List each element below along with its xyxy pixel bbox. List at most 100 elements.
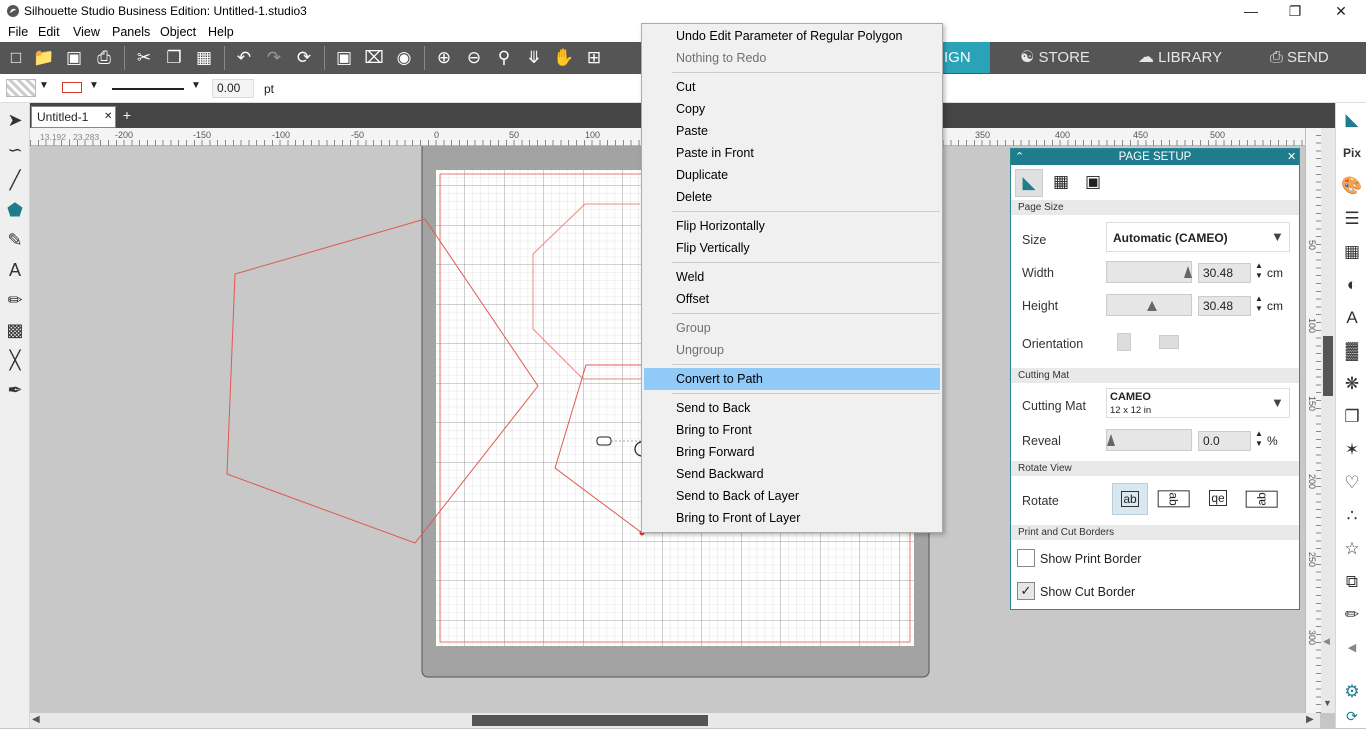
portrait-icon[interactable]	[1117, 333, 1131, 351]
menu-item-duplicate[interactable]: Duplicate	[644, 164, 940, 186]
line-style-sample[interactable]	[112, 88, 184, 90]
palette-icon[interactable]: 🎨	[1339, 173, 1365, 199]
pan-hand-icon[interactable]: ✋	[552, 46, 576, 70]
menu-item-bring-forward[interactable]: Bring Forward	[644, 441, 940, 463]
star-outline-icon[interactable]: ☆	[1339, 536, 1365, 562]
menu-object[interactable]: Object	[160, 25, 196, 39]
chevron-down-icon[interactable]: ▼	[89, 80, 99, 91]
star-badge-icon[interactable]: ✶	[1339, 437, 1365, 463]
cutting-mat-dropdown[interactable]: CAMEO 12 x 12 in ▼	[1106, 388, 1290, 418]
close-panel-icon[interactable]: ✕	[1287, 149, 1296, 165]
reveal-slider[interactable]	[1106, 429, 1192, 451]
knife-icon[interactable]: ╳	[3, 347, 27, 373]
page-tab-icon[interactable]: ◣	[1015, 169, 1043, 197]
fit-to-page-icon[interactable]: ⤋	[522, 46, 546, 70]
text-tool-icon[interactable]: A	[3, 257, 27, 283]
reveal-stepper[interactable]: ▲ ▼	[1255, 429, 1263, 449]
height-input[interactable]: 30.48	[1198, 296, 1251, 316]
width-slider[interactable]	[1106, 261, 1192, 283]
replicate-icon[interactable]: ❐	[1339, 404, 1365, 430]
zoom-in-icon[interactable]: ⊕	[432, 46, 456, 70]
compound-path-icon[interactable]: ◉	[392, 46, 416, 70]
contrast-icon[interactable]: ◐	[1339, 272, 1365, 298]
line-width-input[interactable]: 0.00	[212, 79, 254, 98]
menu-item-copy[interactable]: Copy	[644, 98, 940, 120]
text-style-icon[interactable]: A	[1339, 305, 1365, 331]
design-tab[interactable]: IGN	[940, 42, 990, 73]
print-icon[interactable]: ⎙	[92, 46, 116, 70]
eraser-icon[interactable]: ▩	[3, 317, 27, 343]
line-tool-icon[interactable]: ╱	[3, 167, 27, 193]
trace-icon[interactable]: ♡	[1339, 470, 1365, 496]
fill-pattern-icon[interactable]: ▦	[1339, 239, 1365, 265]
menu-item-convert-to-path[interactable]: Convert to Path	[644, 368, 940, 390]
vertical-scroll-thumb[interactable]	[1323, 336, 1333, 396]
menu-file[interactable]: File	[8, 25, 28, 39]
menu-item-send-to-back[interactable]: Send to Back	[644, 397, 940, 419]
send-tab[interactable]: ⎙ SEND	[1270, 42, 1329, 73]
menu-item-redo[interactable]: Nothing to Redo	[644, 47, 940, 69]
polygon-tool-icon[interactable]: ⬟	[3, 197, 27, 223]
zoom-out-icon[interactable]: ⊖	[462, 46, 486, 70]
save-icon[interactable]: ▣	[62, 46, 86, 70]
menu-item-flip-vertically[interactable]: Flip Vertically	[644, 237, 940, 259]
height-slider-thumb[interactable]	[1147, 301, 1157, 311]
sync-icon[interactable]: ⟳	[1339, 703, 1365, 729]
show-cut-border-checkbox[interactable]: ✓	[1017, 582, 1035, 600]
horizontal-scrollbar[interactable]: ◀ ▶	[30, 713, 1320, 728]
fill-color-swatch[interactable]	[6, 79, 36, 97]
menu-item-ungroup[interactable]: Ungroup	[644, 339, 940, 361]
pixscan-icon[interactable]: Pix	[1339, 140, 1365, 166]
reveal-slider-thumb[interactable]	[1107, 434, 1115, 446]
scroll-down-arrow-icon[interactable]: ▼	[1323, 698, 1332, 708]
menu-item-send-to-back-of-layer[interactable]: Send to Back of Layer	[644, 485, 940, 507]
menu-item-group[interactable]: Group	[644, 317, 940, 339]
transform-icon[interactable]: ❋	[1339, 371, 1365, 397]
rotate-0-button[interactable]: ab	[1112, 483, 1148, 515]
width-slider-thumb[interactable]	[1184, 266, 1192, 278]
scroll-left-arrow-icon[interactable]: ◀	[1323, 636, 1330, 647]
menu-view[interactable]: View	[73, 25, 100, 39]
eyedropper-icon[interactable]: ✒	[3, 377, 27, 403]
copy-icon[interactable]: ❐	[162, 46, 186, 70]
collapse-arrow-icon[interactable]: ◀	[1339, 635, 1365, 661]
vertical-scrollbar[interactable]: ◀ ▼	[1321, 128, 1335, 713]
pencil-icon[interactable]: ✎	[3, 227, 27, 253]
menu-item-undo[interactable]: Undo Edit Parameter of Regular Polygon	[644, 25, 940, 47]
menu-item-offset[interactable]: Offset	[644, 288, 940, 310]
page-setup-icon[interactable]: ◣	[1339, 107, 1365, 133]
layers-icon[interactable]: ⧉	[1339, 569, 1365, 595]
zoom-select-icon[interactable]: ⚲	[492, 46, 516, 70]
menu-edit[interactable]: Edit	[38, 25, 60, 39]
paste-icon[interactable]: ▦	[192, 46, 216, 70]
link-icon[interactable]	[596, 436, 612, 446]
minimize-button[interactable]: —	[1228, 0, 1274, 23]
chevron-down-icon[interactable]: ▼	[39, 80, 49, 91]
restore-button[interactable]: ❐	[1272, 0, 1318, 23]
menu-item-weld[interactable]: Weld	[644, 266, 940, 288]
chevron-down-icon[interactable]: ▼	[191, 80, 201, 91]
refresh-icon[interactable]: ⟳	[292, 46, 316, 70]
ungroup-icon[interactable]: ⌧	[362, 46, 386, 70]
menu-item-delete[interactable]: Delete	[644, 186, 940, 208]
rotate-180-button[interactable]: qe	[1200, 483, 1236, 515]
landscape-icon[interactable]	[1159, 335, 1179, 349]
menu-item-bring-to-front[interactable]: Bring to Front	[644, 419, 940, 441]
close-window-button[interactable]: ✕	[1318, 0, 1364, 23]
reveal-input[interactable]: 0.0	[1198, 431, 1251, 451]
size-dropdown[interactable]: Automatic (CAMEO) ▼	[1106, 222, 1290, 252]
close-tab-icon[interactable]: ✕	[104, 107, 112, 127]
menu-item-flip-horizontally[interactable]: Flip Horizontally	[644, 215, 940, 237]
rotate-270-button[interactable]: ab	[1244, 483, 1280, 515]
cut-icon[interactable]: ✂	[132, 46, 156, 70]
sketch-icon[interactable]: ✏	[1339, 602, 1365, 628]
menu-item-paste-in-front[interactable]: Paste in Front	[644, 142, 940, 164]
new-file-icon[interactable]: □	[4, 46, 28, 70]
point-edit-icon[interactable]: ∽	[3, 137, 27, 163]
menu-panels[interactable]: Panels	[112, 25, 150, 39]
align-icon[interactable]: ▓	[1339, 338, 1365, 364]
width-input[interactable]: 30.48	[1198, 263, 1251, 283]
scroll-right-arrow-icon[interactable]: ▶	[1306, 714, 1314, 725]
rhinestone-icon[interactable]: ∴	[1339, 503, 1365, 529]
scroll-left-arrow-icon[interactable]: ◀	[32, 714, 40, 725]
